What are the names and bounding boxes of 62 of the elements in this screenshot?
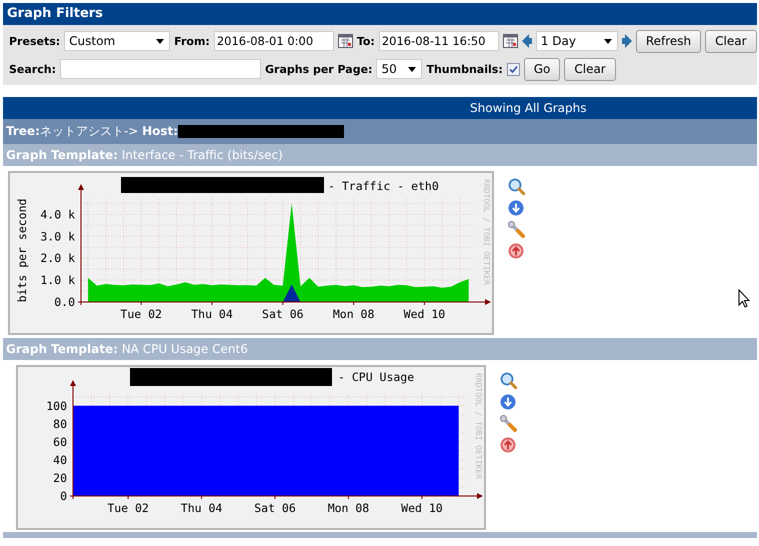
field-label: To: [356,34,375,48]
template-heading: Graph Template: NA CPU Usage Cent6 [6,342,248,356]
tick-label: Wed 10 [404,307,446,321]
caret-icon [604,39,612,44]
download-icon[interactable] [508,200,524,216]
tick-label: 20 [53,470,67,485]
tick-label: 80 [53,416,67,431]
graphs-per-page-dropdown[interactable]: 50 [376,59,422,79]
tick-label: 40 [53,452,67,467]
to-date-field[interactable]: 2016-08-11 16:50 [378,31,499,51]
mouse-pointer-icon [738,289,750,308]
calendar-icon[interactable] [338,34,353,48]
tick-label: 0.0 [54,295,75,309]
tick-label: Sat 06 [262,307,304,321]
thumbnails-checkbox[interactable] [506,62,520,76]
wrench-icon[interactable] [500,415,517,432]
tick-label: Tue 02 [107,501,149,515]
panel-header: Graph Filters [3,3,757,25]
up-arrow-icon[interactable] [500,437,516,453]
tick-label: Wed 10 [401,501,443,515]
filter-button[interactable]: Go [524,58,560,80]
tick-label: Sat 06 [254,501,296,515]
calendar-icon[interactable] [502,34,518,48]
download-icon[interactable] [500,394,516,410]
wrench-icon[interactable] [508,221,525,238]
right-arrow-icon[interactable] [622,34,632,48]
graph-title: - Traffic - eth0 [328,179,439,193]
tick-label: 3.0 k [40,229,75,244]
tick-label: Tue 02 [120,307,162,321]
tick-label: 1.0 k [40,273,75,288]
filter-button[interactable]: Refresh [636,30,702,52]
filter-button[interactable]: Clear [564,58,616,80]
tick-label: Mon 08 [332,307,374,321]
presets-dropdown[interactable]: Custom [64,31,170,51]
tick-label: 60 [53,434,67,449]
template-heading: Graph Template: Interface - Traffic (bits/sec) [6,148,283,162]
axis-label: bits per second [15,198,29,302]
search-field[interactable] [60,59,261,79]
field-label: Presets: [9,34,60,48]
tick-label: Thu 04 [180,501,222,515]
timespan-dropdown[interactable]: 1 Day [536,31,618,51]
caret-icon [408,67,416,72]
tick-label: 0 [60,489,67,503]
up-arrow-icon[interactable] [508,243,524,259]
field-label: From: [174,34,210,48]
graph-title: - CPU Usage [338,370,414,384]
magnifier-icon[interactable] [500,372,517,389]
tick-label: 2.0 k [40,251,75,266]
caret-icon [156,39,164,44]
tree-path: Tree:ネットアシスト-> Host: [6,123,178,140]
filter-button[interactable]: Clear [705,30,757,52]
tick-label: Mon 08 [328,501,370,515]
tick-label: Thu 04 [191,307,233,321]
field-label: Thumbnails: [426,62,503,76]
tick-label: 100 [46,398,67,413]
banner-title: Showing All Graphs [470,101,587,115]
from-date-field[interactable]: 2016-08-01 0:00 [214,31,334,51]
field-label: Search: [9,62,56,76]
field-label: Graphs per Page: [264,62,372,76]
tick-label: 4.0 k [40,207,75,222]
left-arrow-icon[interactable] [522,34,532,48]
magnifier-icon[interactable] [508,178,525,195]
